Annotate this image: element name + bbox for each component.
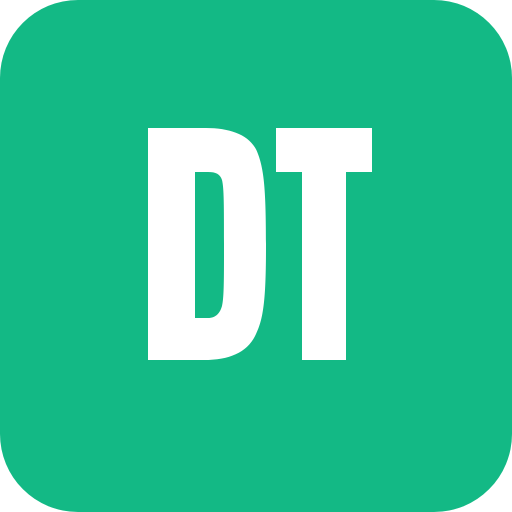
app-icon <box>0 0 512 512</box>
app-icon-graphic <box>0 0 512 512</box>
